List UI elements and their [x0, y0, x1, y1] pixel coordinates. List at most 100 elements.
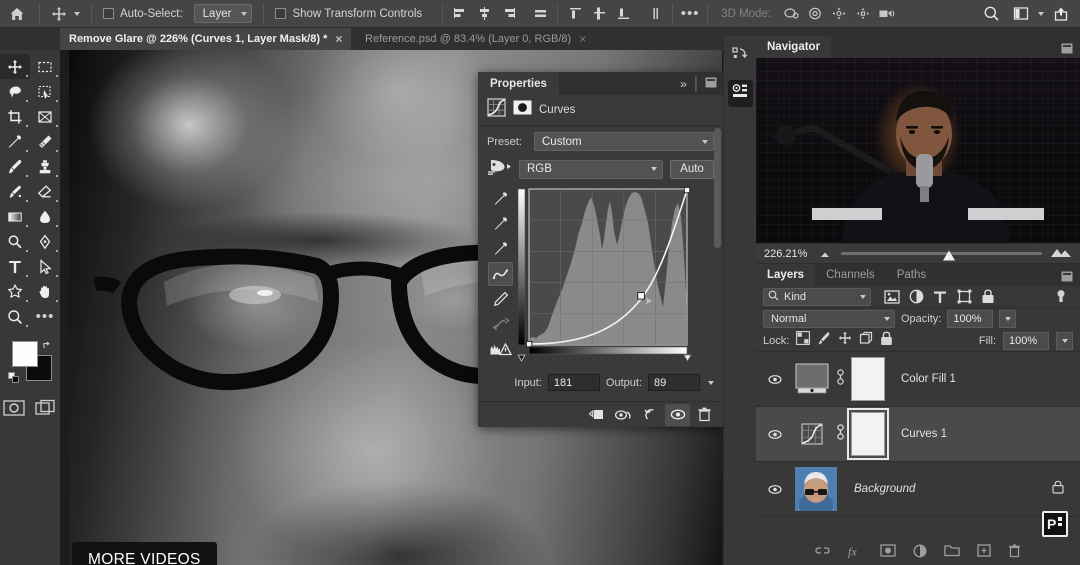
tab-paths[interactable]: Paths: [886, 264, 937, 286]
roll-3d-button[interactable]: [803, 2, 827, 26]
pan-3d-button[interactable]: [827, 2, 851, 26]
show-transform-controls-checkbox[interactable]: Show Transform Controls: [269, 0, 428, 28]
preset-select[interactable]: Custom: [534, 132, 714, 151]
reset-adjustment-button[interactable]: [638, 404, 663, 426]
filter-shape-layers-icon[interactable]: [952, 285, 976, 309]
black-point-eyedropper-button[interactable]: [488, 187, 513, 211]
tool-clone-stamp[interactable]: [30, 154, 60, 179]
document-tab-active[interactable]: Remove Glare @ 226% (Curves 1, Layer Mas…: [60, 28, 352, 50]
new-group-button[interactable]: [944, 544, 960, 562]
auto-select-scope-select[interactable]: Layer: [189, 0, 259, 28]
filter-pixel-layers-icon[interactable]: [880, 285, 904, 309]
layer-mask-thumbnail[interactable]: [851, 357, 885, 401]
new-layer-button[interactable]: [977, 544, 991, 562]
tool-edit-toolbar[interactable]: •••: [30, 304, 60, 329]
history-panel-button[interactable]: [724, 42, 757, 72]
arrange-documents-button[interactable]: [1009, 2, 1033, 26]
table-row[interactable]: Background: [756, 462, 1080, 517]
tool-blur[interactable]: [30, 204, 60, 229]
distribute-top-edges-button[interactable]: [563, 2, 587, 26]
tool-lasso[interactable]: [0, 79, 30, 104]
clip-to-layer-button[interactable]: [584, 404, 609, 426]
screen-mode-icon[interactable]: [35, 399, 57, 422]
chevron-down-icon[interactable]: [1038, 11, 1044, 16]
tab-properties[interactable]: Properties: [478, 72, 559, 95]
home-button[interactable]: [0, 0, 34, 28]
panel-menu-icon[interactable]: [705, 75, 717, 93]
link-mask-icon[interactable]: [836, 368, 845, 391]
align-right-edges-button[interactable]: [496, 2, 520, 26]
tab-channels[interactable]: Channels: [815, 264, 886, 286]
default-colors-icon[interactable]: [8, 371, 20, 389]
zoom-in-large-mountain-icon[interactable]: [1050, 245, 1072, 263]
output-value-field[interactable]: 89: [648, 374, 700, 391]
zoom-out-small-mountain-icon[interactable]: [818, 245, 833, 263]
add-layer-style-button[interactable]: fx: [847, 544, 863, 563]
align-horizontal-centers-button[interactable]: [472, 2, 496, 26]
lock-image-pixels-icon[interactable]: [817, 331, 831, 350]
close-icon[interactable]: ×: [335, 32, 342, 46]
align-left-edges-button[interactable]: [448, 2, 472, 26]
tool-rectangular-marquee[interactable]: [30, 54, 60, 79]
zoom-slider[interactable]: [841, 248, 1042, 261]
opacity-stepper[interactable]: [999, 310, 1017, 328]
auto-select-checkbox[interactable]: Auto-Select:: [97, 0, 189, 28]
layer-mask-icon[interactable]: [513, 98, 532, 122]
white-point-eyedropper-button[interactable]: [488, 237, 513, 261]
fill-stepper[interactable]: [1056, 331, 1073, 350]
delete-layer-button[interactable]: [1008, 543, 1021, 563]
lock-all-icon[interactable]: [1052, 480, 1064, 499]
tool-frame[interactable]: [30, 104, 60, 129]
opacity-value-field[interactable]: 100%: [947, 310, 994, 328]
tool-object-selection[interactable]: [30, 79, 60, 104]
pencil-draw-curve-button[interactable]: [488, 287, 513, 311]
tool-type[interactable]: [0, 254, 30, 279]
tool-gradient[interactable]: [0, 204, 30, 229]
zoom-3d-camera-button[interactable]: [875, 2, 899, 26]
layer-name[interactable]: Color Fill 1: [891, 373, 1074, 385]
navigator-thumbnail[interactable]: [756, 58, 1080, 243]
lock-artboard-nesting-icon[interactable]: [859, 331, 873, 350]
more-videos-badge[interactable]: MORE VIDEOS: [72, 542, 217, 565]
blend-mode-select[interactable]: Normal: [763, 310, 895, 328]
distribute-bottom-edges-button[interactable]: [611, 2, 635, 26]
lock-all-icon[interactable]: [880, 331, 893, 351]
toggle-layer-visibility-button[interactable]: [665, 403, 690, 426]
search-button[interactable]: [979, 2, 1003, 26]
tool-brush[interactable]: [0, 154, 30, 179]
curve-point-tool-button[interactable]: [488, 262, 513, 286]
tool-pen[interactable]: [30, 229, 60, 254]
layer-select[interactable]: Layer: [193, 4, 253, 23]
swap-colors-icon[interactable]: [42, 337, 53, 355]
tool-move[interactable]: [0, 54, 30, 79]
add-layer-mask-button[interactable]: [880, 544, 896, 562]
filter-adjustment-layers-icon[interactable]: [904, 285, 928, 309]
gray-point-eyedropper-button[interactable]: [488, 212, 513, 236]
layer-name[interactable]: Curves 1: [891, 428, 1074, 440]
quick-mask-icon[interactable]: [3, 399, 25, 422]
lock-transparent-pixels-icon[interactable]: [796, 331, 811, 350]
new-adjustment-layer-button[interactable]: [913, 544, 927, 563]
slide-3d-button[interactable]: [851, 2, 875, 26]
properties-scrollbar[interactable]: [714, 100, 721, 430]
distribute-left-edges-button[interactable]: [643, 2, 667, 26]
tool-eyedropper[interactable]: [0, 129, 30, 154]
tool-crop[interactable]: [0, 104, 30, 129]
table-row[interactable]: Curves 1: [756, 407, 1080, 462]
input-value-field[interactable]: 181: [547, 374, 600, 391]
curves-preset-icon[interactable]: [487, 157, 512, 181]
fill-value-field[interactable]: 100%: [1003, 331, 1049, 350]
align-top-edges-button[interactable]: [528, 2, 552, 26]
layer-visibility-toggle[interactable]: [762, 374, 788, 385]
panel-menu-icon[interactable]: [1061, 41, 1073, 59]
solid-color-thumb[interactable]: [794, 361, 830, 397]
link-layers-button[interactable]: [815, 544, 830, 562]
layer-visibility-toggle[interactable]: [762, 484, 788, 495]
zoom-level-field[interactable]: 226.21%: [764, 248, 810, 260]
layer-visibility-toggle[interactable]: [762, 429, 788, 440]
lock-position-icon[interactable]: [838, 331, 852, 350]
layer-filter-kind-select[interactable]: Kind: [763, 287, 871, 306]
smooth-curve-button[interactable]: [488, 312, 513, 336]
curves-graph[interactable]: [517, 186, 698, 368]
layer-name[interactable]: Background: [844, 483, 1046, 495]
